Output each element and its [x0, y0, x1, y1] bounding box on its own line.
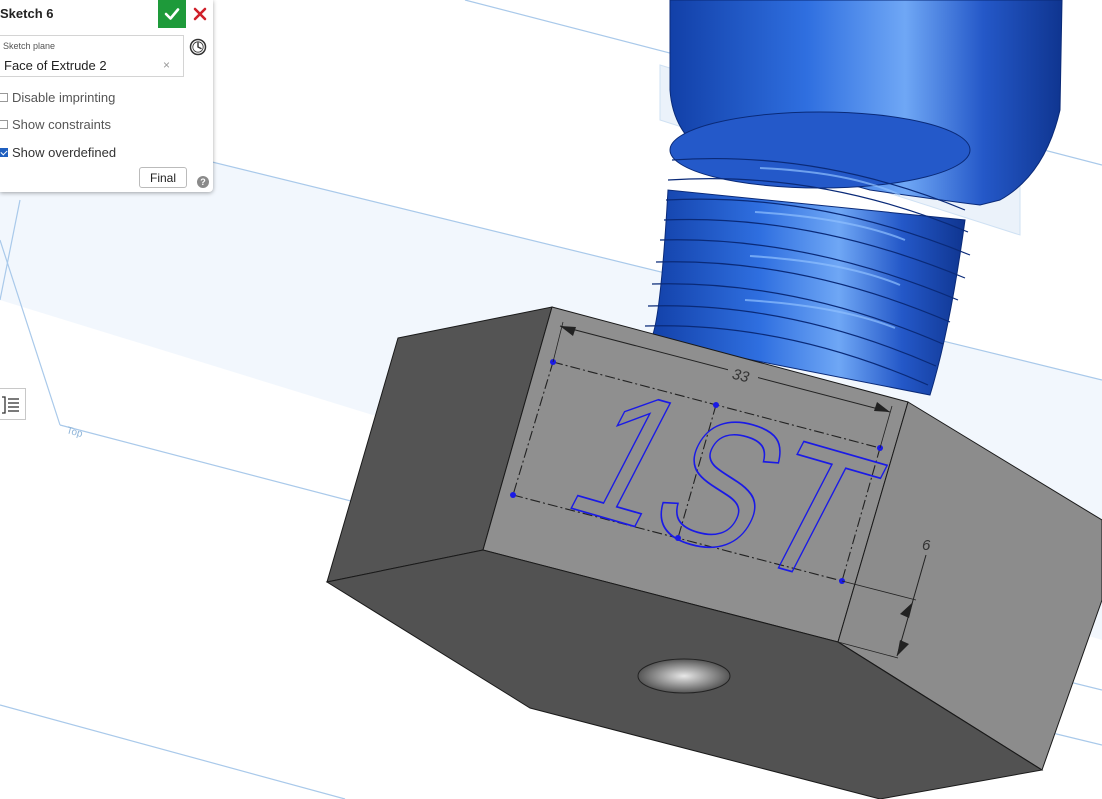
option-show-constraints[interactable]: Show constraints — [0, 117, 111, 132]
feature-list-toggle[interactable] — [0, 388, 26, 420]
sketch-plane-field[interactable]: Sketch plane Face of Extrude 2 × — [0, 35, 184, 77]
sketch-title[interactable]: Sketch 6 — [0, 6, 53, 21]
final-button[interactable]: Final — [139, 167, 187, 188]
sketch-dialog: Sketch 6 Sketch plane Face of Extrude 2 … — [0, 0, 213, 192]
option-disable-imprinting[interactable]: Disable imprinting — [0, 90, 115, 105]
option-show-overdefined[interactable]: Show overdefined — [0, 145, 116, 160]
option-label: Show constraints — [12, 117, 111, 132]
plane-label-top: Top — [65, 425, 84, 440]
close-icon — [193, 7, 207, 21]
help-icon[interactable]: ? — [197, 176, 209, 188]
dimension-height-label: 6 — [922, 537, 931, 554]
checkbox-disable-imprinting[interactable] — [0, 93, 8, 102]
check-icon — [164, 8, 180, 20]
sketch-plane-value[interactable]: Face of Extrude 2 — [4, 58, 107, 73]
threaded-part[interactable] — [644, 0, 1063, 396]
clock-icon[interactable] — [189, 38, 207, 56]
clear-selection-icon[interactable]: × — [163, 58, 170, 72]
cancel-button[interactable] — [188, 0, 212, 28]
checkbox-show-constraints[interactable] — [0, 120, 8, 129]
accept-button[interactable] — [158, 0, 186, 28]
option-label: Show overdefined — [12, 145, 117, 160]
list-icon — [2, 396, 19, 414]
checkbox-show-overdefined[interactable] — [0, 148, 8, 157]
sketch-plane-label: Sketch plane — [3, 41, 56, 51]
option-label: Disable imprinting — [12, 90, 116, 105]
